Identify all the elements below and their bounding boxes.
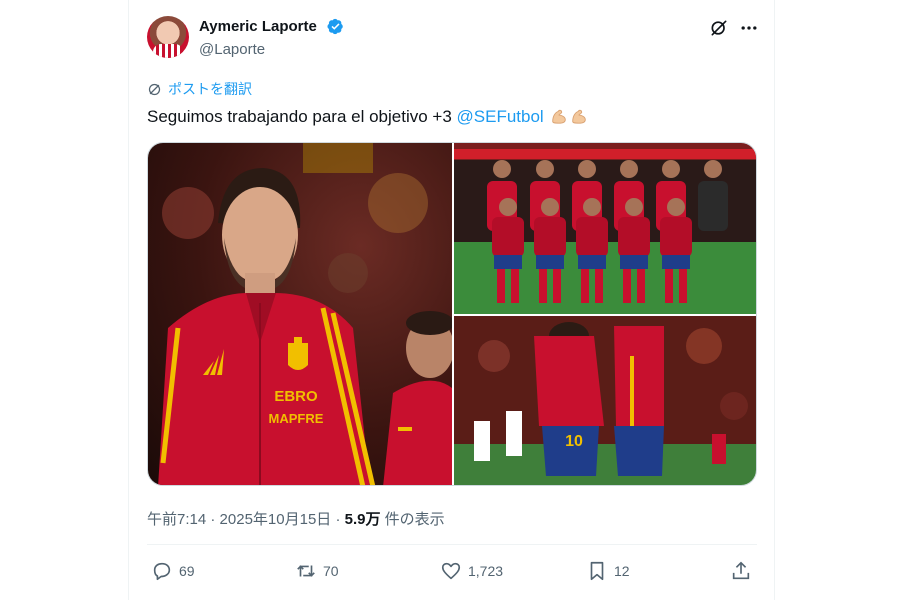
action-bar: 69 70 1,723 12 — [147, 558, 757, 584]
media-image-celebration[interactable]: 10 — [454, 316, 756, 485]
author-handle[interactable]: @Laporte — [199, 41, 265, 58]
bookmark-button[interactable]: 12 — [586, 558, 630, 584]
jersey-number: 10 — [565, 433, 583, 450]
more-options-icon[interactable] — [739, 18, 759, 38]
team-photo-art — [454, 149, 756, 303]
tweet[interactable]: Aymeric Laporte @Laporte ポストを翻訳 Seguimos… — [147, 0, 757, 600]
media-image-player-portrait[interactable]: EBRO MAPFRE — [148, 143, 452, 485]
avatar[interactable] — [147, 16, 189, 58]
bookmark-icon — [590, 561, 604, 581]
reply-button[interactable]: 69 — [151, 558, 195, 584]
flexed-biceps-emoji-icon — [552, 109, 567, 124]
bookmark-count: 12 — [614, 563, 630, 579]
avatar-shirt — [153, 44, 183, 58]
like-button[interactable]: 1,723 — [440, 558, 503, 584]
tweet-metadata: 午前7:14 · 2025年10月15日 · 5.9万 件の表示 — [147, 508, 445, 529]
translate-label: ポストを翻訳 — [168, 81, 252, 97]
player-portrait-art: EBRO MAPFRE — [158, 143, 452, 485]
share-icon — [732, 561, 750, 580]
repost-count: 70 — [323, 563, 339, 579]
meta-separator: · — [206, 511, 220, 528]
timeline-border-right — [774, 0, 775, 600]
translate-icon — [148, 83, 161, 95]
view-count-suffix: 件の表示 — [380, 511, 445, 528]
translate-post-link[interactable]: ポストを翻訳 — [147, 80, 252, 98]
repost-icon — [297, 565, 315, 577]
heart-icon — [441, 562, 461, 580]
flexed-biceps-emoji-icon-2 — [572, 109, 587, 124]
celebration-art: 10 — [474, 322, 748, 476]
repost-button[interactable]: 70 — [295, 558, 339, 584]
sponsor-text-ebro: EBRO — [274, 388, 318, 405]
post-time[interactable]: 午前7:14 — [147, 511, 206, 528]
tweet-text: Seguimos trabajando para el objetivo +3 … — [147, 106, 588, 128]
mention-link[interactable]: @SEFutbol — [457, 107, 544, 126]
reply-icon — [153, 562, 171, 581]
timeline-border-left — [128, 0, 129, 600]
meta-separator-2: · — [331, 511, 345, 528]
media-grid: EBRO MAPFRE 10 — [147, 142, 757, 486]
sponsor-text-mapfre: MAPFRE — [269, 411, 324, 426]
author-name[interactable]: Aymeric Laporte — [199, 18, 317, 35]
actions-divider — [147, 544, 757, 545]
share-button[interactable] — [730, 558, 752, 584]
view-count: 5.9万 — [344, 511, 381, 528]
tweet-body: Seguimos trabajando para el objetivo +3 — [147, 107, 457, 126]
like-count: 1,723 — [468, 563, 504, 579]
verified-badge-icon — [327, 18, 343, 35]
post-date[interactable]: 2025年10月15日 — [220, 511, 332, 528]
reply-count: 69 — [179, 563, 195, 579]
grok-icon[interactable] — [709, 18, 729, 38]
media-image-team-photo[interactable] — [454, 143, 756, 314]
